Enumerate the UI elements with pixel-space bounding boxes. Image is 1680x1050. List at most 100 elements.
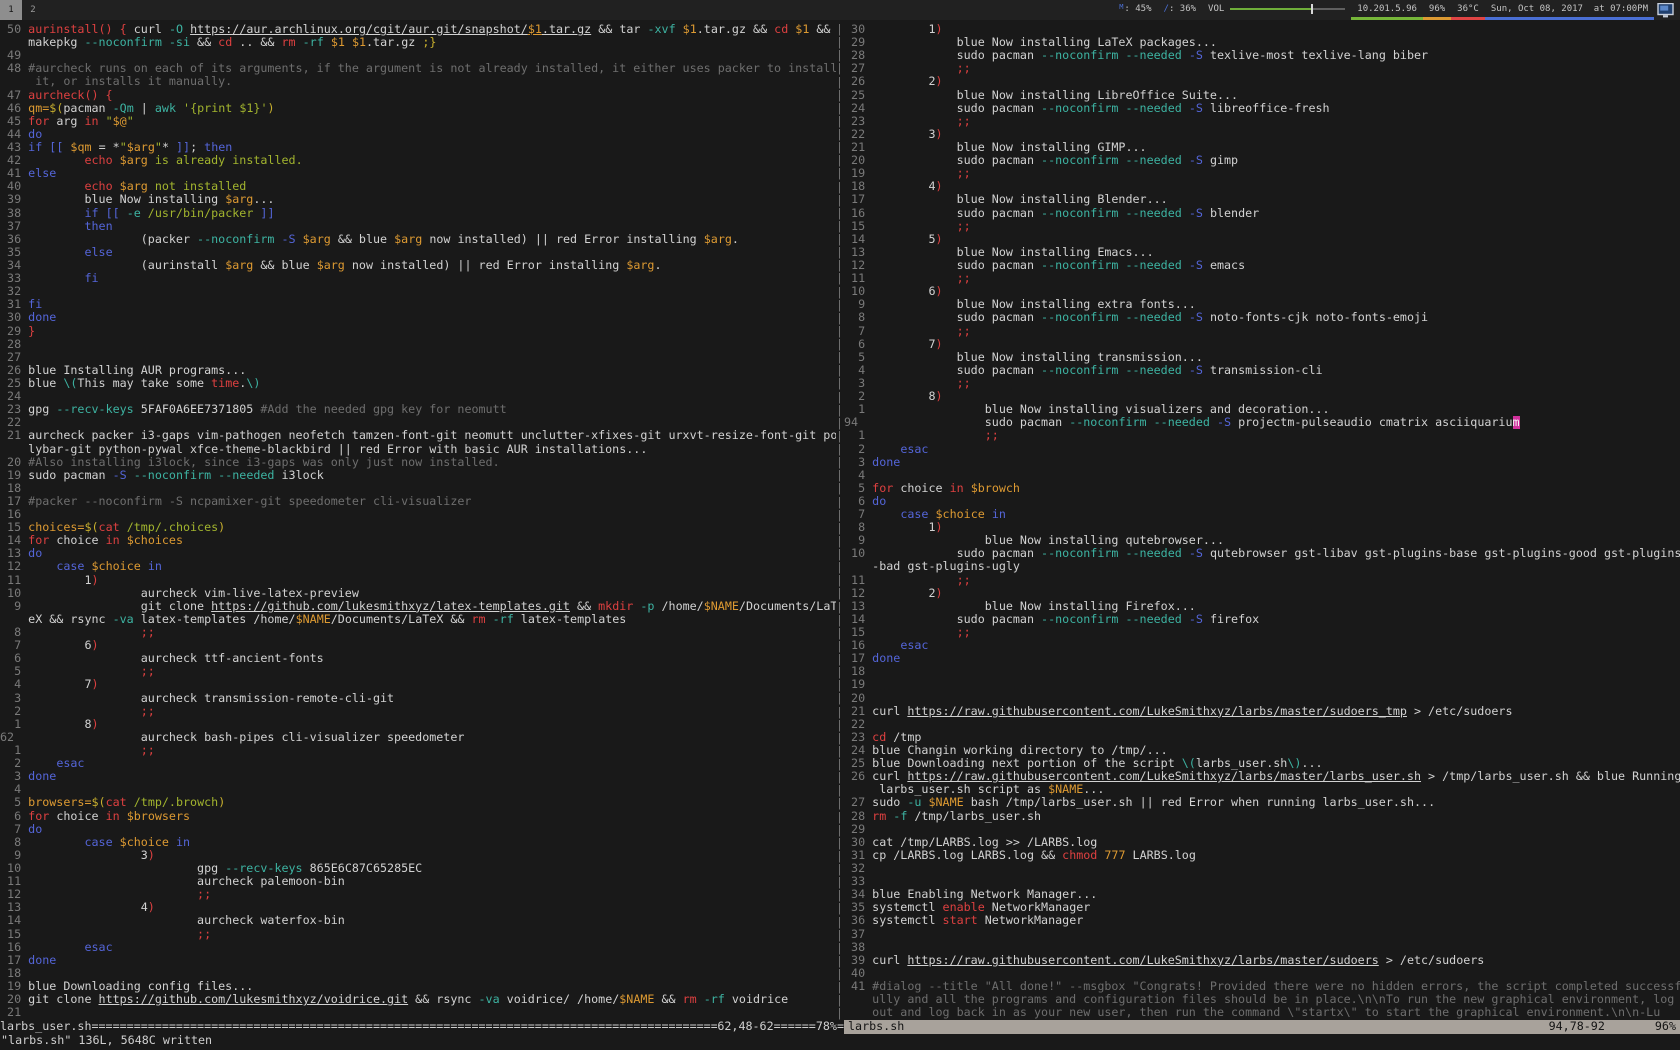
code-line[interactable]: 13 blue Now installing Firefox... (844, 600, 1680, 613)
code-line[interactable]: 35 systemctl enable NetworkManager (844, 901, 1680, 914)
code-line[interactable]: 40 (844, 967, 1680, 980)
code-line[interactable]: 4 7) (0, 678, 836, 691)
code-line[interactable]: 16 sudo pacman --noconfirm --needed -S b… (844, 207, 1680, 220)
code-line[interactable]: 36 (packer --noconfirm -S $arg && blue $… (0, 233, 836, 246)
code-line[interactable]: 8 sudo pacman --noconfirm --needed -S no… (844, 311, 1680, 324)
code-line[interactable]: 3 done (0, 770, 836, 783)
code-line[interactable]: 29 (844, 823, 1680, 836)
code-line[interactable]: 13 4) (0, 901, 836, 914)
code-line[interactable]: 38 (844, 941, 1680, 954)
code-line[interactable]: 12 case $choice in (0, 560, 836, 573)
code-line[interactable]: it, or installs it manually. (0, 75, 836, 88)
code-line[interactable]: 23 gpg --recv-keys 5FAF0A6EE7371805 #Add… (0, 403, 836, 416)
code-line[interactable]: 16 (0, 508, 836, 521)
code-line[interactable]: 8 ;; (0, 626, 836, 639)
code-line[interactable]: 31 cp /LARBS.log LARBS.log && chmod 777 … (844, 849, 1680, 862)
code-line[interactable]: 24 (0, 390, 836, 403)
workspace-1-button[interactable]: 1 (0, 0, 22, 20)
code-line[interactable]: 47 aurcheck() { (0, 89, 836, 102)
code-line[interactable]: 21 curl https://raw.githubusercontent.co… (844, 705, 1680, 718)
code-line[interactable]: 10 sudo pacman --noconfirm --needed -S q… (844, 547, 1680, 560)
code-line[interactable]: 6 do (844, 495, 1680, 508)
code-line[interactable]: 18 (0, 482, 836, 495)
code-line[interactable]: 8 1) (844, 521, 1680, 534)
code-line[interactable]: 17 #packer --noconfirm -S ncpamixer-git … (0, 495, 836, 508)
code-line[interactable]: 6 7) (844, 338, 1680, 351)
code-line[interactable]: 25 blue \(This may take some time.\) (0, 377, 836, 390)
code-line[interactable]: 41 else (0, 167, 836, 180)
code-line[interactable]: 17 done (844, 652, 1680, 665)
code-line[interactable]: 5 browsers=$(cat /tmp/.browch) (0, 796, 836, 809)
code-line[interactable]: 15 ;; (0, 928, 836, 941)
code-line[interactable]: 11 ;; (844, 574, 1680, 587)
code-line[interactable]: 6 aurcheck ttf-ancient-fonts (0, 652, 836, 665)
code-line[interactable]: out and log back in as your new user, th… (844, 1006, 1680, 1019)
code-line[interactable]: 10 6) (844, 285, 1680, 298)
code-line[interactable]: 49 (0, 49, 836, 62)
code-line[interactable]: 2 esac (0, 757, 836, 770)
code-line[interactable]: 5 for choice in $browch (844, 482, 1680, 495)
code-line[interactable]: 3 aurcheck transmission-remote-cli-git (0, 692, 836, 705)
code-line[interactable]: 2 esac (844, 443, 1680, 456)
code-line[interactable]: 14 for choice in $choices (0, 534, 836, 547)
code-line[interactable]: 11 aurcheck palemoon-bin (0, 875, 836, 888)
volume-slider[interactable] (1230, 8, 1345, 10)
code-line[interactable]: 19 (844, 678, 1680, 691)
code-line[interactable]: 14 sudo pacman --noconfirm --needed -S f… (844, 613, 1680, 626)
code-line[interactable]: 1 ;; (0, 744, 836, 757)
code-line[interactable]: 39 curl https://raw.githubusercontent.co… (844, 954, 1680, 967)
pane-separator[interactable]: | | | | | | | | | | | | | | | | | | | | … (836, 23, 844, 1020)
code-line[interactable]: 30 done (0, 311, 836, 324)
code-line[interactable]: 5 blue Now installing transmission... (844, 351, 1680, 364)
code-line[interactable]: 34 blue Enabling Network Manager... (844, 888, 1680, 901)
code-line[interactable]: 45 for arg in "$@" (0, 115, 836, 128)
code-line[interactable]: 4 (0, 783, 836, 796)
code-line[interactable]: 36 systemctl start NetworkManager (844, 914, 1680, 927)
code-line[interactable]: 21 aurcheck packer i3-gaps vim-pathogen … (0, 429, 836, 442)
code-line[interactable]: 9 git clone https://github.com/lukesmith… (0, 600, 836, 613)
code-line[interactable]: 23 ;; (844, 115, 1680, 128)
code-line[interactable]: larbs_user.sh script as $NAME... (844, 783, 1680, 796)
code-line[interactable]: 11 ;; (844, 272, 1680, 285)
code-line[interactable]: 34 (aurinstall $arg && blue $arg now ins… (0, 259, 836, 272)
code-line[interactable]: 11 1) (0, 574, 836, 587)
code-line[interactable]: 17 blue Now installing Blender... (844, 193, 1680, 206)
code-line[interactable]: 10 gpg --recv-keys 865E6C87C65285EC (0, 862, 836, 875)
code-line[interactable]: 24 sudo pacman --noconfirm --needed -S l… (844, 102, 1680, 115)
workspace-2-button[interactable]: 2 (22, 0, 44, 20)
code-line[interactable]: 9 blue Now installing qutebrowser... (844, 534, 1680, 547)
code-line[interactable]: 22 (844, 718, 1680, 731)
code-line[interactable]: 48 #aurcheck runs on each of its argumen… (0, 62, 836, 75)
code-line[interactable]: 2 8) (844, 390, 1680, 403)
code-line[interactable]: 14 5) (844, 233, 1680, 246)
code-line[interactable]: 25 blue Now installing LibreOffice Suite… (844, 89, 1680, 102)
code-line[interactable]: 20 #Also installing i3lock, since i3-gap… (0, 456, 836, 469)
code-line[interactable]: 41 #dialog --title "All done!" --msgbox … (844, 980, 1680, 993)
code-line[interactable]: 9 blue Now installing extra fonts... (844, 298, 1680, 311)
right-pane-code[interactable]: 30 1) 29 blue Now installing LaTeX packa… (844, 23, 1680, 1020)
code-line[interactable]: 21 blue Now installing GIMP... (844, 141, 1680, 154)
code-line[interactable]: 22 3) (844, 128, 1680, 141)
code-line[interactable]: 12 ;; (0, 888, 836, 901)
code-line[interactable]: 33 (844, 875, 1680, 888)
code-line[interactable]: 1 ;; (844, 429, 1680, 442)
code-line[interactable]: 21 (0, 1006, 836, 1019)
code-line[interactable]: 8 case $choice in (0, 836, 836, 849)
code-line[interactable]: 26 2) (844, 75, 1680, 88)
code-line[interactable]: 27 sudo -u $NAME bash /tmp/larbs_user.sh… (844, 796, 1680, 809)
code-line[interactable]: 20 sudo pacman --noconfirm --needed -S g… (844, 154, 1680, 167)
code-line[interactable]: 9 3) (0, 849, 836, 862)
code-line[interactable]: 44 do (0, 128, 836, 141)
code-line[interactable]: 4 sudo pacman --noconfirm --needed -S tr… (844, 364, 1680, 377)
code-line[interactable]: 7 6) (0, 639, 836, 652)
code-line[interactable]: 7 ;; (844, 325, 1680, 338)
code-line[interactable]: 15 choices=$(cat /tmp/.choices) (0, 521, 836, 534)
code-line[interactable]: 39 blue Now installing $arg... (0, 193, 836, 206)
code-line[interactable]: 10 aurcheck vim-live-latex-preview (0, 587, 836, 600)
code-line[interactable]: 15 ;; (844, 626, 1680, 639)
code-line[interactable]: 26 blue Installing AUR programs... (0, 364, 836, 377)
code-line[interactable]: 42 echo $arg is already installed. (0, 154, 836, 167)
code-line[interactable]: eX && rsync -va latex-templates /home/$N… (0, 613, 836, 626)
code-line[interactable]: 30 cat /tmp/LARBS.log >> /LARBS.log (844, 836, 1680, 849)
code-line[interactable]: ully and all the programs and configurat… (844, 993, 1680, 1006)
